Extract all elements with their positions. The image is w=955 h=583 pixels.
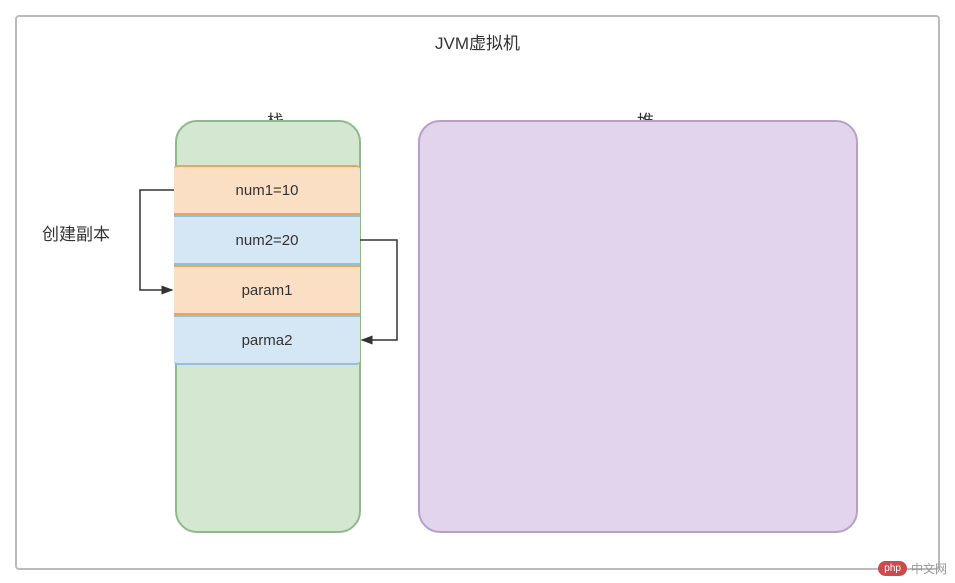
watermark: php 中文网 — [878, 560, 947, 577]
stack-frame-param2: parma2 — [174, 315, 360, 365]
copy-label: 创建副本 — [42, 220, 110, 245]
stack-frame-num2: num2=20 — [174, 215, 360, 265]
watermark-text: 中文网 — [911, 560, 947, 577]
jvm-title: JVM虚拟机 — [435, 29, 520, 54]
stack-frame-num1: num1=10 — [174, 165, 360, 215]
heap-box — [418, 120, 858, 533]
stack-frame-param1: param1 — [174, 265, 360, 315]
watermark-badge: php — [878, 561, 907, 576]
